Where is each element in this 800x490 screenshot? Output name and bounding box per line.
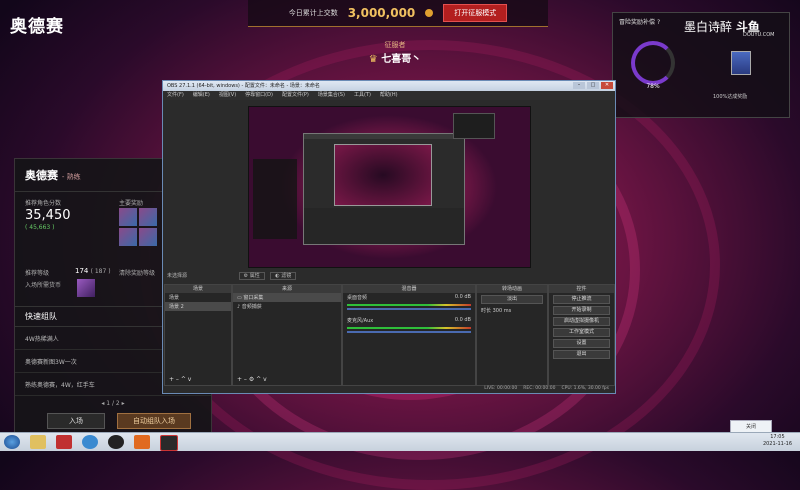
source-add-remove[interactable]: + – ⚙ ^ v: [237, 376, 267, 383]
grade-label: 推荐等级: [25, 270, 50, 277]
close-icon[interactable]: ✕: [601, 82, 613, 89]
menu-view[interactable]: 视图(V): [219, 91, 236, 100]
live-status: LIVE: 00:00:00: [484, 386, 518, 391]
mixer-dock: 混音器 桌面音频 0.0 dB 麦克风/Aux 0.0 dB: [342, 284, 476, 386]
virtual-camera-button[interactable]: 启动虚拟摄像机: [553, 317, 610, 326]
game-icon[interactable]: [160, 435, 178, 451]
start-icon[interactable]: [4, 435, 20, 449]
source-item[interactable]: ▭ 窗口采集: [233, 293, 341, 302]
widget-caption: 100%达成奖励: [713, 94, 748, 100]
mixer-track: 麦克风/Aux 0.0 dB: [347, 317, 471, 324]
nested-preview-inner: [334, 144, 432, 206]
netease-icon[interactable]: [56, 435, 72, 449]
sources-header: 来源: [233, 285, 341, 293]
volume-meter: [347, 304, 471, 306]
transitions-dock: 转场动画 淡出 时长 300 ms: [476, 284, 548, 386]
obs-icon[interactable]: [108, 435, 124, 449]
volume-slider[interactable]: [347, 331, 471, 333]
stop-stream-button[interactable]: 停止推流: [553, 295, 610, 304]
taskbar: 17:05 2021-11-16: [0, 432, 800, 451]
obs-window: OBS 27.1.1 (64-bit, windows) - 配置文件：未命名 …: [162, 80, 616, 394]
grade-value: 174 ( 187 ): [75, 267, 111, 275]
scenes-header: 场景: [165, 285, 231, 293]
filters-button[interactable]: ◐ 滤镜: [270, 272, 297, 280]
mixer-header: 混音器: [343, 285, 475, 293]
folder-icon[interactable]: [30, 435, 46, 449]
menu-help[interactable]: 帮助(H): [380, 91, 398, 100]
controls-dock: 控件 停止推流 开始录制 启动虚拟摄像机 工作室模式 设置 退出: [548, 284, 615, 386]
nested-docks: [304, 208, 464, 244]
score-label: 推荐角色分数: [25, 200, 62, 207]
obs-titlebar[interactable]: OBS 27.1.1 (64-bit, windows) - 配置文件：未命名 …: [163, 81, 615, 91]
clock[interactable]: 17:05 2021-11-16: [763, 434, 792, 448]
volume-slider[interactable]: [347, 308, 471, 310]
settings-button[interactable]: 设置: [553, 339, 610, 348]
top-banner: 今日累计上交数 3,000,000 打开征服模式: [248, 0, 548, 27]
reward-thumb[interactable]: [139, 228, 157, 246]
enter-button[interactable]: 入场: [47, 413, 105, 429]
preview-widget: [453, 113, 495, 139]
preview-panel: [253, 159, 297, 239]
currency-icon: [77, 279, 95, 297]
today-label: 今日累计上交数: [288, 9, 338, 17]
menu-scene-collection[interactable]: 场景集合(S): [318, 91, 345, 100]
scene-add-remove[interactable]: + – ^ v: [169, 376, 191, 383]
scene-item[interactable]: 场景 2: [165, 302, 231, 311]
start-recording-button[interactable]: 开始录制: [553, 306, 610, 315]
volume-meter: [347, 327, 471, 329]
menu-edit[interactable]: 编辑(E): [193, 91, 210, 100]
reward-label: 主要奖励: [119, 200, 144, 207]
source-toolbar: 未选择源 ⚙ 属性 ◐ 滤镜: [163, 271, 615, 282]
coin-icon: [425, 9, 434, 17]
menu-profile[interactable]: 配置文件(P): [282, 91, 309, 100]
no-source-label: 未选择源: [167, 273, 188, 279]
scene-item[interactable]: 场景: [165, 293, 231, 302]
transition-select[interactable]: 淡出: [481, 295, 543, 304]
conquer-mode-button[interactable]: 打开征服模式: [443, 4, 508, 22]
cpu-status: CPU: 1.6%, 30.00 fps: [561, 386, 610, 391]
game-launcher-icon[interactable]: [134, 435, 150, 449]
game-title: 奥德赛: [10, 17, 64, 37]
menu-docks[interactable]: 停靠窗口(D): [245, 91, 273, 100]
conqueror-box: 征服者 ♛ 七喜哥丶: [340, 40, 450, 65]
mixer-track: 桌面音频 0.0 dB: [347, 294, 471, 301]
sources-dock: 来源 ▭ 窗口采集 ♪ 音频捕获 + – ⚙ ^ v: [232, 284, 342, 386]
duration-field[interactable]: 时长 300 ms: [477, 306, 547, 315]
obs-preview[interactable]: [248, 106, 531, 268]
clear-reward-label: 清除奖励等级: [119, 270, 156, 277]
reward-item-icon[interactable]: [731, 51, 751, 75]
source-item[interactable]: ♪ 音频捕获: [233, 302, 341, 311]
browser-icon[interactable]: [82, 435, 98, 449]
watermark-url: DOUYU.COM: [743, 32, 775, 38]
crown-icon: ♛: [368, 54, 382, 65]
properties-button[interactable]: ⚙ 属性: [238, 272, 265, 280]
scenes-dock: 场景 场景 场景 2 + – ^ v: [164, 284, 232, 386]
conqueror-name: ♛ 七喜哥丶: [368, 54, 422, 65]
menu-file[interactable]: 文件(F): [167, 91, 184, 100]
obs-statusbar: LIVE: 00:00:00 REC: 00:00:00 CPU: 1.6%, …: [163, 385, 615, 393]
entry-label: 入场所需货币: [25, 282, 62, 289]
transitions-header: 转场动画: [477, 285, 547, 293]
reward-thumb[interactable]: [139, 208, 157, 226]
score-sub: ( 45,663 ): [25, 224, 55, 231]
maximize-icon[interactable]: □: [587, 82, 599, 89]
widget-percent: 78%: [646, 83, 660, 90]
pager[interactable]: ◂ 1 / 2 ▸: [15, 400, 211, 407]
studio-mode-button[interactable]: 工作室模式: [553, 328, 610, 337]
auto-party-button[interactable]: 自动组队入场: [117, 413, 191, 429]
progress-ring: [631, 41, 675, 85]
obs-menubar: 文件(F) 编辑(E) 视图(V) 停靠窗口(D) 配置文件(P) 场景集合(S…: [163, 91, 615, 100]
exit-button[interactable]: 退出: [553, 350, 610, 359]
controls-header: 控件: [549, 285, 614, 293]
minimize-icon[interactable]: –: [573, 82, 585, 89]
nested-preview: [303, 133, 465, 245]
today-amount: 3,000,000: [347, 6, 416, 20]
rec-status: REC: 00:00:00: [523, 386, 556, 391]
reward-thumb[interactable]: [119, 208, 137, 226]
reward-thumb[interactable]: [119, 228, 137, 246]
score-value: 35,450: [25, 208, 71, 223]
menu-tools[interactable]: 工具(T): [354, 91, 371, 100]
conqueror-label: 征服者: [384, 41, 406, 49]
